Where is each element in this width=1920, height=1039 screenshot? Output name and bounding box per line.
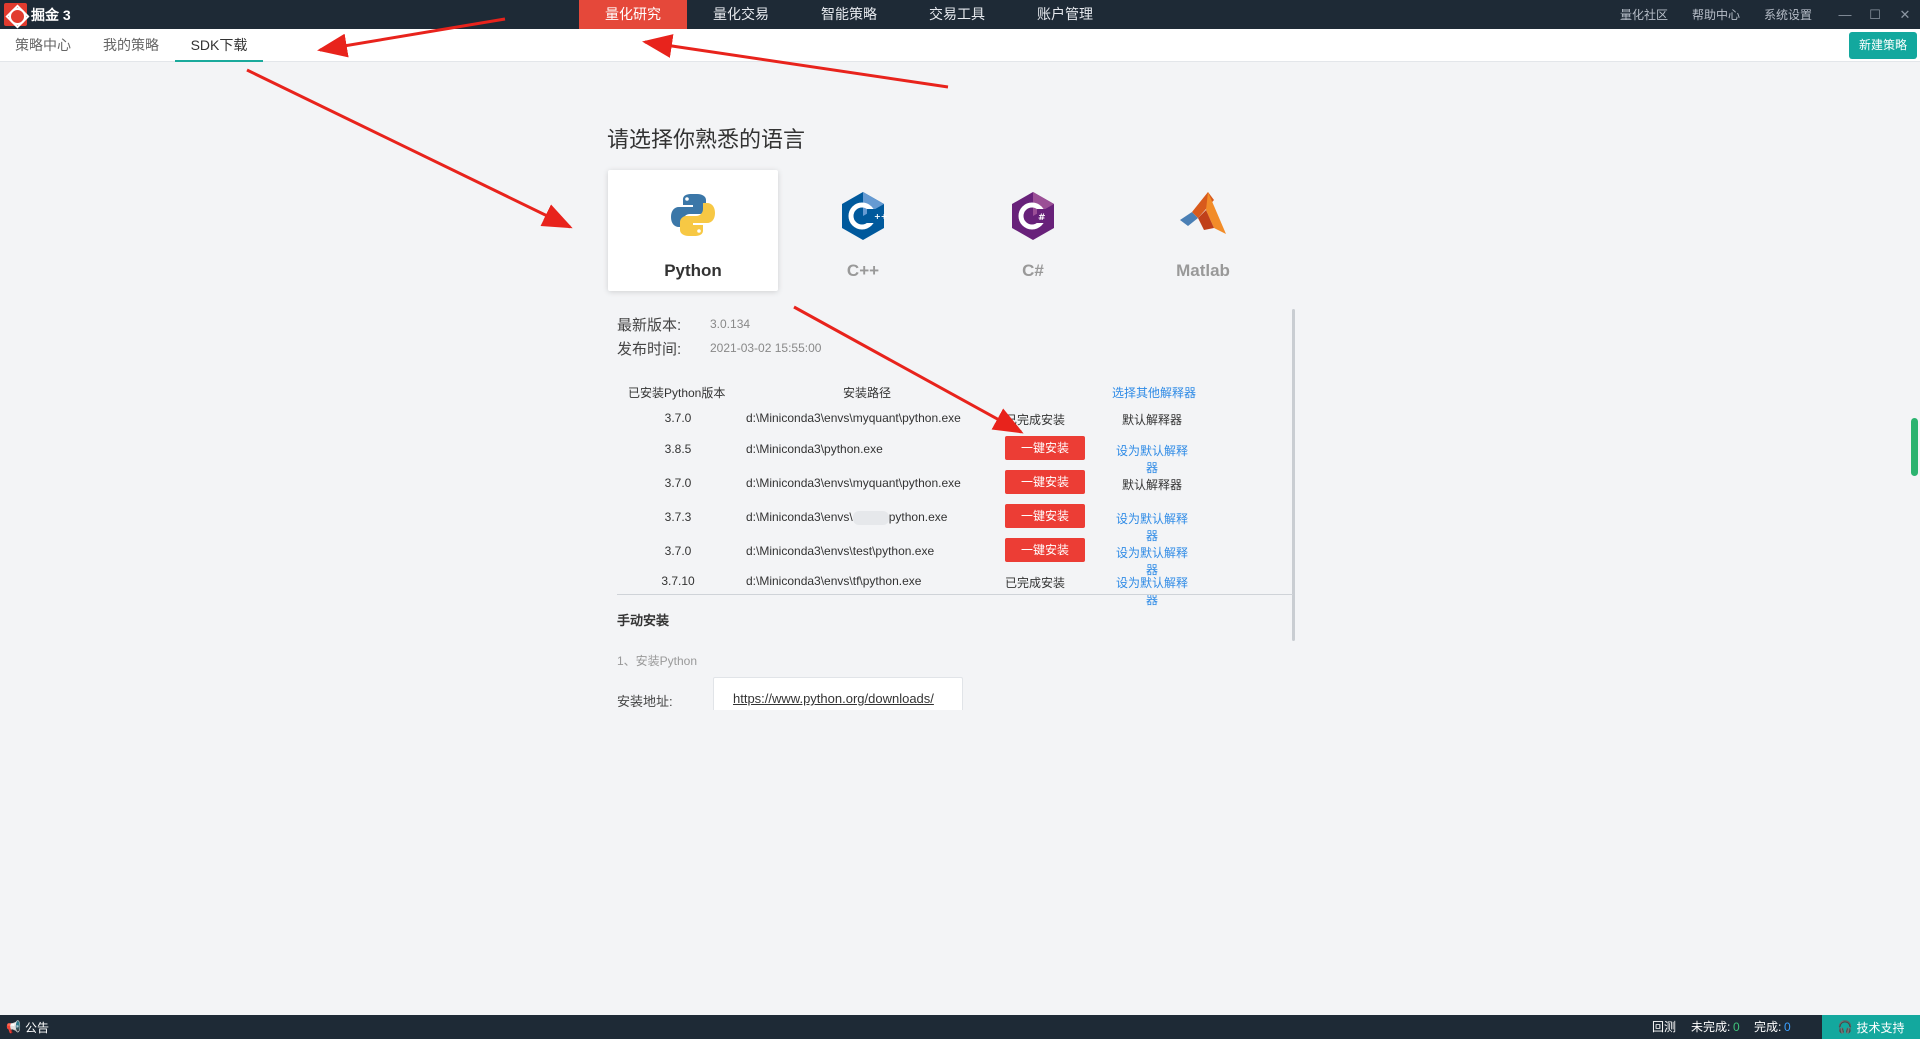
new-strategy-button[interactable]: 新建策略 [1849,32,1917,59]
main-nav-item-research[interactable]: 量化研究 [579,0,687,29]
manual-install-title: 手动安装 [617,613,670,628]
row6-version: 3.7.10 [661,574,695,588]
cpp-icon: ++ [842,192,887,240]
top-right-links: 量化社区 帮助中心 系统设置 — ☐ ✕ [1620,0,1920,29]
row2-version: 3.8.5 [664,442,692,456]
row4-set-default-link[interactable]: 设为默认解释器 [1112,510,1192,544]
page-title: 请选择你熟悉的语言 [607,127,806,152]
python-download-link[interactable]: https://www.python.org/downloads/ [733,691,934,706]
page-scrollbar[interactable] [1911,418,1918,476]
matlab-icon [1180,192,1226,234]
tab-sdk-download[interactable]: SDK下载 [175,29,263,62]
status-bar: 📢 公告 回测 未完成: 0 完成: 0 🎧 技术支持 [0,1015,1920,1039]
row1-version: 3.7.0 [664,411,692,425]
tech-support-button[interactable]: 🎧 技术支持 [1822,1015,1920,1039]
csharp-icon: # [1012,192,1054,240]
maximize-icon[interactable]: ☐ [1860,0,1890,29]
main-nav: 量化研究 量化交易 智能策略 交易工具 账户管理 [579,0,1119,29]
row4-version: 3.7.3 [664,510,692,524]
row3-default: 默认解释器 [1121,478,1182,492]
svg-text:#: # [1038,213,1046,223]
row5-version: 3.7.0 [664,544,692,558]
row6-path: d:\Miniconda3\envs\tf\python.exe [746,574,922,588]
row5-install-button[interactable]: 一键安装 [1005,538,1085,562]
col-header-path: 安装路径 [843,386,892,400]
main-nav-item-tools[interactable]: 交易工具 [903,0,1011,29]
row1-status: 已完成安装 [1005,413,1066,427]
row4-path-prefix: d:\Miniconda3\envs\ [746,510,853,524]
manual-step-1: 1、安装Python [617,654,698,668]
complete-label: 完成: [1754,1020,1782,1034]
main-nav-item-trading[interactable]: 量化交易 [687,0,795,29]
incomplete-label: 未完成: [1691,1020,1731,1034]
row6-status: 已完成安装 [1005,576,1066,590]
redacted-segment [852,510,889,525]
lang-label-python: Python [664,261,722,280]
top-bar: 掘金 3 量化研究 量化交易 智能策略 交易工具 账户管理 量化社区 帮助中心 … [0,0,1920,29]
latest-version-label: 最新版本: [617,317,682,334]
backtest-label[interactable]: 回测 [1652,1015,1676,1039]
logo-mark-icon [4,3,27,26]
python-icon [671,194,715,236]
choose-other-interpreter-link[interactable]: 选择其他解释器 [1112,384,1196,401]
arrow-to-python-card-icon [246,68,573,229]
community-link[interactable]: 量化社区 [1620,6,1668,23]
col-header-version: 已安装Python版本 [628,386,726,400]
row4-install-button[interactable]: 一键安装 [1005,504,1085,528]
row6-set-default-link[interactable]: 设为默认解释器 [1112,574,1192,608]
notice-label: 公告 [24,1020,49,1035]
close-icon[interactable]: ✕ [1890,0,1920,29]
main-nav-item-smart-strategy[interactable]: 智能策略 [795,0,903,29]
row4-path-suffix: python.exe [888,510,948,524]
main-nav-item-account[interactable]: 账户管理 [1011,0,1119,29]
release-time-value: 2021-03-02 15:55:00 [710,341,822,355]
row1-path: d:\Miniconda3\envs\myquant\python.exe [746,411,961,425]
settings-link[interactable]: 系统设置 [1764,6,1812,23]
row5-set-default-link[interactable]: 设为默认解释器 [1112,544,1192,578]
sub-nav: 策略中心 我的策略 SDK下载 新建策略 [0,29,1920,62]
minimize-icon[interactable]: — [1830,0,1860,29]
headset-icon: 🎧 [1837,1020,1853,1034]
incomplete-count: 0 [1733,1020,1740,1034]
row2-path: d:\Miniconda3\python.exe [746,442,883,456]
table-divider [617,594,1293,595]
lang-card-csharp[interactable]: # C# [948,170,1118,291]
lang-card-cpp[interactable]: ++ C++ [778,170,948,291]
row3-path: d:\Miniconda3\envs\myquant\python.exe [746,476,961,490]
row4-path: d:\Miniconda3\envs\ python.exe [746,510,947,525]
notice-button[interactable]: 📢 公告 [6,1015,49,1039]
lang-card-python[interactable]: Python [608,170,778,291]
latest-version-value: 3.0.134 [710,317,751,331]
panel-scrollbar[interactable] [1292,309,1295,641]
tab-my-strategy[interactable]: 我的策略 [92,29,170,62]
annotation-arrows [246,17,1024,434]
lang-label-cpp: C++ [846,261,880,280]
address-label: 安装地址: [617,694,673,709]
row5-path: d:\Miniconda3\envs\test\python.exe [746,544,935,558]
release-time-label: 发布时间: [617,341,682,358]
row3-install-button[interactable]: 一键安装 [1005,470,1085,494]
svg-text:++: ++ [874,212,887,221]
app-name: 掘金 3 [31,6,71,23]
row2-set-default-link[interactable]: 设为默认解释器 [1112,442,1192,476]
lang-card-matlab[interactable]: Matlab [1118,170,1288,291]
row3-version: 3.7.0 [664,476,692,490]
megaphone-icon: 📢 [6,1020,21,1034]
tab-strategy-center[interactable]: 策略中心 [4,29,82,62]
app-logo: 掘金 3 [4,3,71,26]
help-link[interactable]: 帮助中心 [1692,6,1740,23]
complete-count: 0 [1784,1020,1791,1034]
lang-label-matlab: Matlab [1176,261,1230,280]
row1-default: 默认解释器 [1121,413,1182,427]
tech-support-label: 技术支持 [1856,1020,1905,1035]
lang-label-csharp: C# [1022,261,1044,280]
row2-install-button[interactable]: 一键安装 [1005,436,1085,460]
